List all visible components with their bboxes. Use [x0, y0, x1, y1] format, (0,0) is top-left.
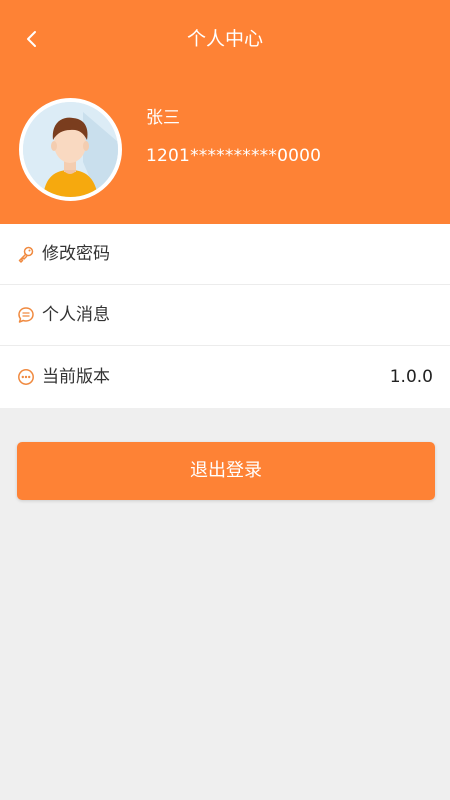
logout-button[interactable]: 退出登录 — [17, 442, 435, 500]
avatar[interactable] — [19, 98, 122, 201]
settings-menu: 修改密码 个人消息 当前版本 1.0.0 — [0, 224, 450, 408]
key-icon — [17, 245, 35, 263]
menu-item-label: 个人消息 — [42, 305, 110, 325]
menu-item-label: 修改密码 — [42, 244, 110, 264]
more-dots-icon — [17, 368, 35, 386]
user-phone: 1201**********0000 — [146, 146, 322, 166]
version-value: 1.0.0 — [389, 367, 433, 387]
menu-item-current-version[interactable]: 当前版本 1.0.0 — [0, 346, 450, 408]
page-title: 个人中心 — [186, 28, 263, 50]
menu-item-change-password[interactable]: 修改密码 — [0, 224, 450, 285]
message-icon — [17, 306, 35, 324]
avatar-man-icon — [23, 102, 118, 197]
profile-header: 个人中心 张三 1201**********0000 — [0, 0, 450, 224]
menu-item-label: 当前版本 — [42, 367, 110, 387]
user-name: 张三 — [146, 108, 180, 128]
menu-item-personal-messages[interactable]: 个人消息 — [0, 285, 450, 346]
